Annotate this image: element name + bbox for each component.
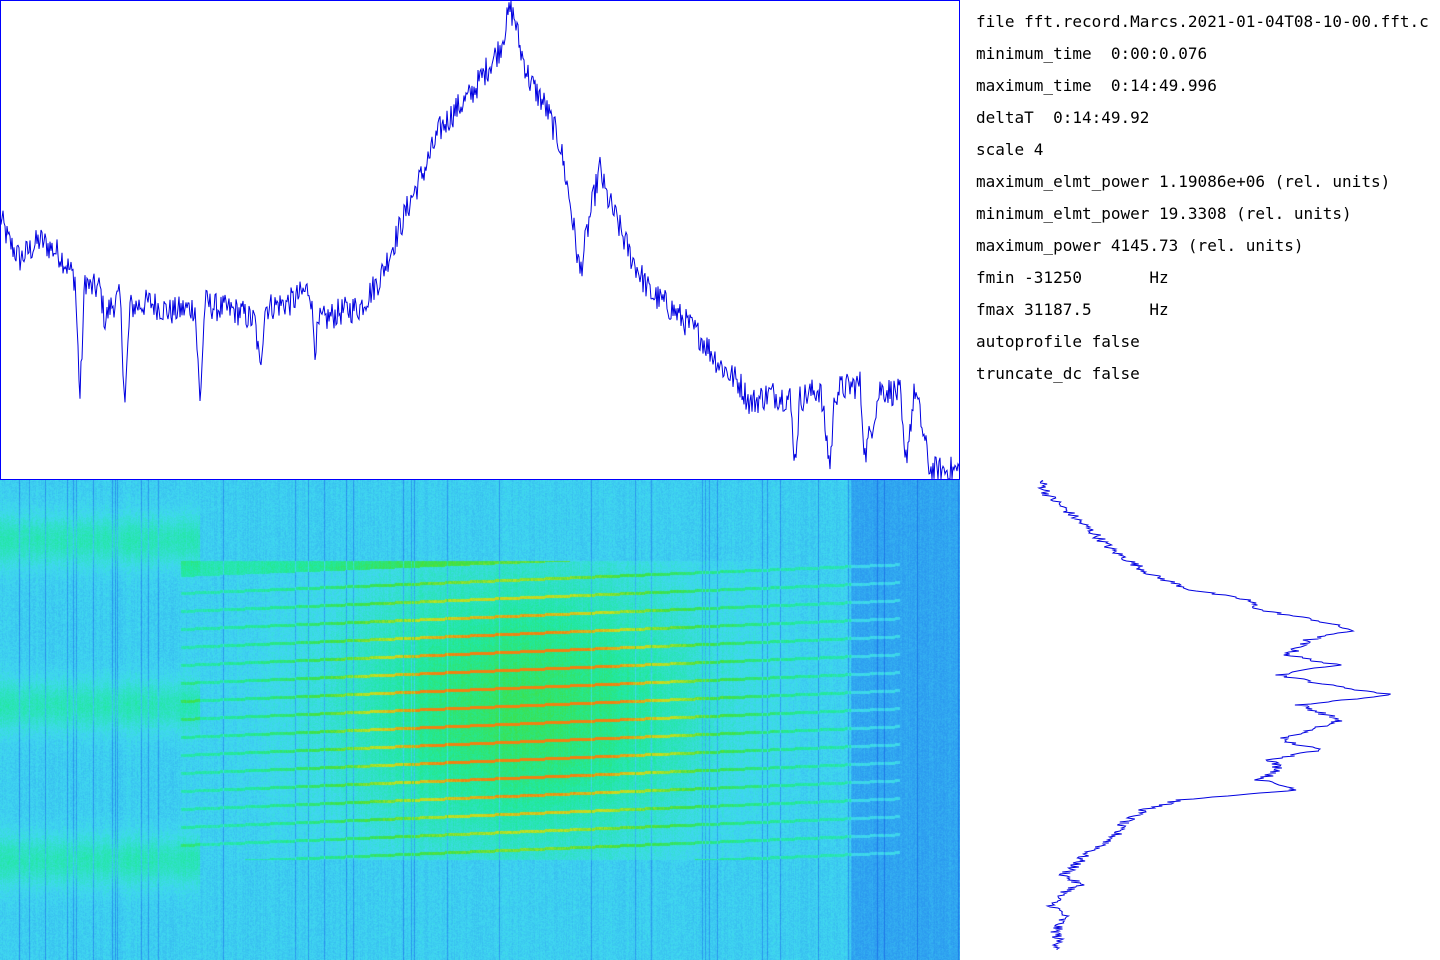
- frequency-profile-trace: [1037, 480, 1391, 951]
- info-maximum-time: maximum_time 0:14:49.996: [976, 76, 1217, 95]
- time-power-plot: [0, 0, 960, 480]
- frequency-profile-plot: [960, 480, 1440, 960]
- info-max-power: maximum_power 4145.73 (rel. units): [976, 236, 1304, 255]
- info-truncate-dc: truncate_dc false: [976, 364, 1140, 383]
- info-scale: scale 4: [976, 140, 1044, 159]
- info-minimum-time: minimum_time 0:00:0.076: [976, 44, 1208, 63]
- profile-trace-line: [1037, 480, 1391, 951]
- spectrogram-heatmap: [0, 480, 960, 960]
- info-fmax: fmax 31187.5 Hz: [976, 300, 1169, 319]
- time-power-trace: [0, 0, 960, 480]
- info-panel: file fft.record.Marcs.2021-01-04T08-10-0…: [976, 10, 1440, 480]
- info-fmin: fmin -31250 Hz: [976, 268, 1169, 287]
- info-file: file fft.record.Marcs.2021-01-04T08-10-0…: [976, 12, 1429, 31]
- info-autoprofile: autoprofile false: [976, 332, 1140, 351]
- time-trace-line: [0, 0, 960, 480]
- info-min-elmt-power: minimum_elmt_power 19.3308 (rel. units): [976, 204, 1352, 223]
- info-max-elmt-power: maximum_elmt_power 1.19086e+06 (rel. uni…: [976, 172, 1391, 191]
- info-delta-t: deltaT 0:14:49.92: [976, 108, 1150, 127]
